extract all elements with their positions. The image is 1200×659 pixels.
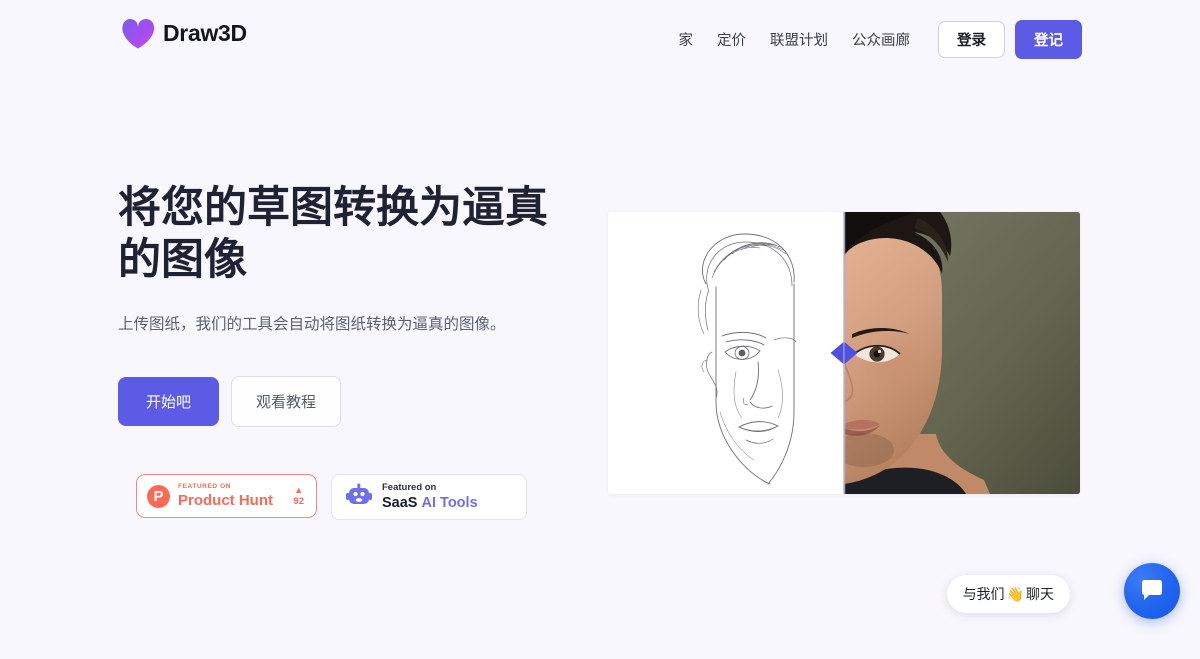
nav-link-public-gallery[interactable]: 公众画廊	[840, 23, 922, 56]
product-hunt-featured-label: FEATURED ON	[178, 483, 232, 491]
saas-name-secondary: AI Tools	[421, 494, 478, 511]
product-hunt-badge[interactable]: P FEATURED ON Product Hunt ▲ 92	[136, 474, 317, 518]
nav-link-affiliate[interactable]: 联盟计划	[758, 23, 840, 56]
chat-prompt-pill[interactable]: 与我们 👋 聊天	[946, 575, 1070, 613]
chat-button[interactable]	[1124, 563, 1180, 619]
get-started-button[interactable]: 开始吧	[118, 376, 220, 426]
comparison-slider-handle[interactable]	[830, 342, 858, 364]
saas-name: SaaS AI Tools	[382, 494, 478, 512]
saas-featured-label: Featured on	[382, 482, 437, 493]
photo-half	[844, 212, 1080, 494]
site-header: Draw3D 家 定价 联盟计划 公众画廊 登录 登记	[0, 0, 1200, 72]
nav-link-home[interactable]: 家	[667, 23, 706, 56]
product-hunt-icon: P	[147, 484, 170, 508]
brand-name: Draw3D	[163, 19, 247, 46]
chat-pill-text-before: 与我们	[962, 586, 1005, 602]
featured-badges: P FEATURED ON Product Hunt ▲ 92 Featured…	[136, 474, 527, 520]
hero-cta-row: 开始吧 观看教程	[118, 375, 588, 427]
hero-copy: 将您的草图转换为逼真的图像 上传图纸，我们的工具会自动将图纸转换为逼真的图像。 …	[118, 182, 588, 427]
heart-blob-logo-icon	[118, 14, 158, 52]
chevron-right-icon	[844, 342, 858, 364]
chat-bubble-icon	[1139, 577, 1165, 606]
product-hunt-name: Product Hunt	[178, 491, 273, 509]
landing-page: Draw3D 家 定价 联盟计划 公众画廊 登录 登记 将您的草图转换为逼真的图…	[0, 0, 1200, 659]
login-button[interactable]: 登录	[938, 21, 1005, 58]
upvote-arrow-icon: ▲	[294, 484, 304, 495]
signup-button[interactable]: 登记	[1015, 20, 1082, 59]
chat-pill-text-after: 聊天	[1026, 586, 1054, 602]
nav-link-pricing[interactable]: 定价	[705, 23, 758, 56]
product-hunt-votes[interactable]: ▲ 92	[293, 484, 306, 507]
saas-ai-tools-text: Featured on SaaS AI Tools	[382, 482, 478, 512]
brand-logo[interactable]: Draw3D	[118, 14, 247, 52]
waving-hand-icon: 👋	[1006, 585, 1024, 602]
upvote-count: 92	[293, 495, 304, 507]
robot-icon	[346, 483, 372, 512]
page-title: 将您的草图转换为逼真的图像	[118, 184, 548, 285]
product-hunt-text: FEATURED ON Product Hunt	[178, 484, 285, 508]
hero-subtitle: 上传图纸，我们的工具会自动将图纸转换为逼真的图像。	[118, 315, 506, 333]
chevron-left-icon	[830, 342, 844, 364]
main-nav: 家 定价 联盟计划 公众画廊 登录 登记	[667, 20, 1082, 59]
watch-tutorial-button[interactable]: 观看教程	[231, 375, 342, 427]
sketch-half	[608, 212, 844, 494]
before-after-comparison[interactable]	[608, 212, 1080, 494]
saas-name-primary: SaaS	[382, 494, 418, 511]
saas-ai-tools-badge[interactable]: Featured on SaaS AI Tools	[331, 474, 527, 520]
